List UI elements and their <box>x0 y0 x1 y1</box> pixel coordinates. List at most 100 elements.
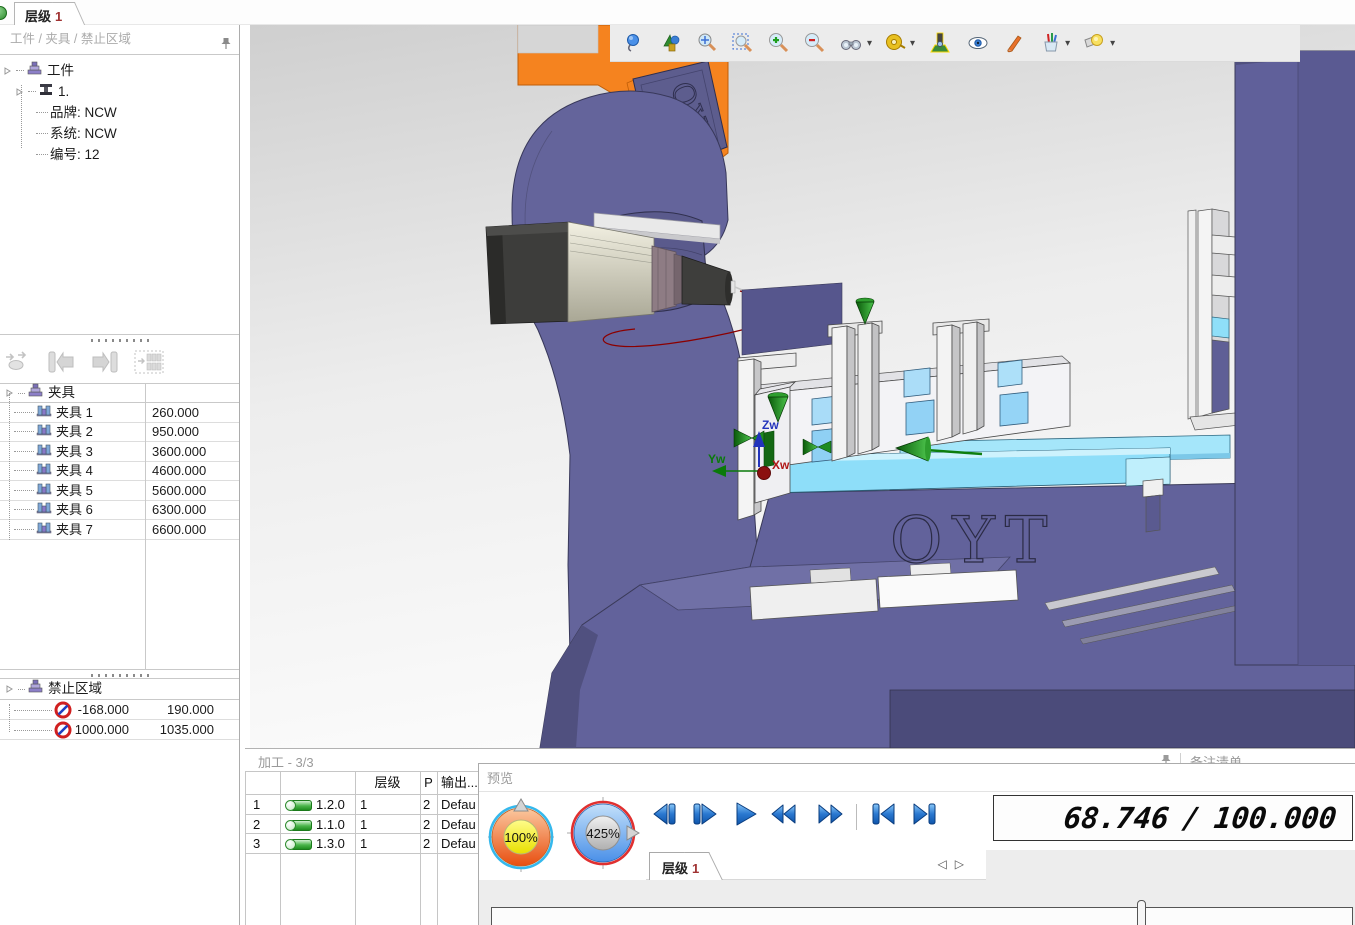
probe-icon[interactable] <box>924 30 956 56</box>
go-to-end-icon[interactable] <box>908 800 940 833</box>
dial-pointer-icon <box>514 799 528 811</box>
axis-label-yw: Yw <box>708 452 726 466</box>
machining-table: 层级 P 输出... 1 1.2.0 1 2 Defau 2 1.1.0 1 2… <box>245 771 485 925</box>
fast-backward-icon[interactable] <box>769 800 803 833</box>
tree-node-part[interactable]: 1. <box>0 81 239 102</box>
timeline-slider-handle[interactable] <box>1137 900 1146 925</box>
speed-dial-value: 100% <box>504 830 538 845</box>
left-dock-panel: 工件 / 夹具 / 禁止区域 工件 1. 品牌: NCW <box>0 25 240 925</box>
row-version: 1.3.0 <box>290 834 345 853</box>
document-tab-bar: 层级1 <box>0 0 1355 25</box>
fixture-icon <box>36 442 52 461</box>
dropdown-caret-icon[interactable]: ▾ <box>1065 38 1070 49</box>
status-dot-icon <box>0 6 7 20</box>
machine-simulation-canvas[interactable]: OYT <box>250 25 1355 748</box>
fixture-row[interactable]: 夹具 7 6600.000 <box>0 520 239 540</box>
go-to-start-icon[interactable] <box>868 800 900 833</box>
fixture-row[interactable]: 夹具 5 5600.000 <box>0 481 239 501</box>
dropdown-caret-icon[interactable]: ▾ <box>1110 38 1115 49</box>
dropdown-caret-icon[interactable]: ▾ <box>867 38 872 49</box>
row-p: 2 <box>423 795 430 814</box>
find-icon[interactable]: ▾ <box>836 30 875 56</box>
forbidden-row[interactable]: -168.000 190.000 <box>0 700 239 720</box>
step-forward-icon[interactable] <box>689 800 721 833</box>
expander-icon[interactable] <box>6 383 14 403</box>
forbidden-value-2: 190.000 <box>167 702 214 717</box>
panel-title: 工件 / 夹具 / 禁止区域 <box>10 32 131 46</box>
progress-separator: / <box>1181 801 1203 835</box>
annotate-icon[interactable]: ▾ <box>1036 30 1073 56</box>
forbidden-row[interactable]: 1000.000 1035.000 <box>0 720 239 740</box>
orient-views-icon[interactable] <box>656 30 686 56</box>
row-level: 1 <box>360 795 367 814</box>
column-header-output[interactable]: 输出... <box>441 773 481 792</box>
preview-tab-level-1[interactable]: 层级1 <box>649 852 703 880</box>
row-number: 1 <box>253 795 260 814</box>
fixture-name: 夹具 3 <box>56 442 93 461</box>
machining-panel: 加工 - 3/3 备注清单 层级 P 输出... 1 1.2.0 <box>245 748 1355 925</box>
column-header-level[interactable]: 层级 <box>355 773 420 792</box>
base-engraving-text: OYT <box>890 504 1057 578</box>
move-right-icon[interactable] <box>90 349 120 378</box>
fast-forward-icon[interactable] <box>811 800 845 833</box>
tree-node-workpiece[interactable]: 工件 <box>0 60 239 81</box>
progress-total: 100.000 <box>1212 801 1338 835</box>
fixture-row[interactable]: 夹具 4 4600.000 <box>0 462 239 482</box>
row-version: 1.1.0 <box>290 815 345 834</box>
measure-icon[interactable]: ▾ <box>881 30 918 56</box>
tree-label: 编号: 12 <box>50 144 100 165</box>
no-entry-icon <box>54 721 72 742</box>
transfer-fixture-icon[interactable] <box>4 349 32 378</box>
move-left-icon[interactable] <box>46 349 76 378</box>
paint-icon[interactable] <box>1000 30 1030 56</box>
tree-node-brand[interactable]: 品牌: NCW <box>0 102 239 123</box>
flashlight-icon[interactable]: ▾ <box>1079 30 1118 56</box>
panel-splitter[interactable] <box>0 336 239 344</box>
tab-scroll-arrows[interactable]: ◁▷ <box>938 857 972 871</box>
column-header-p[interactable]: P <box>420 773 437 792</box>
tree-node-system[interactable]: 系统: NCW <box>0 123 239 144</box>
expander-icon[interactable] <box>4 60 12 81</box>
fixture-toolbar <box>0 346 239 381</box>
dropdown-caret-icon[interactable]: ▾ <box>910 38 915 49</box>
zoom-dial-value: 425% <box>586 826 620 841</box>
tree-node-number[interactable]: 编号: 12 <box>0 144 239 165</box>
row-p: 2 <box>423 834 430 853</box>
tab-number: 1 <box>55 9 62 24</box>
fixture-row[interactable]: 夹具 1 260.000 <box>0 403 239 423</box>
tree-label: 工件 <box>47 60 74 81</box>
zoom-window-icon[interactable] <box>728 30 758 56</box>
fixture-row[interactable]: 夹具 2 950.000 <box>0 423 239 443</box>
fixture-icon <box>36 520 52 539</box>
workpiece-tree: 工件 1. 品牌: NCW 系统: NCW 编号: 12 <box>0 54 239 335</box>
row-output: Defau <box>441 834 481 853</box>
zoom-dial[interactable]: 425% <box>565 795 641 876</box>
expander-icon[interactable] <box>16 81 24 102</box>
fixture-value: 3600.000 <box>152 442 206 461</box>
step-back-icon[interactable] <box>649 800 681 833</box>
fixture-row[interactable]: 夹具 6 6300.000 <box>0 501 239 521</box>
fixture-icon <box>36 403 52 422</box>
preview-tab-label: 层级 <box>662 861 688 876</box>
visibility-icon[interactable] <box>962 30 994 56</box>
zoom-out-icon[interactable] <box>800 30 830 56</box>
zoom-in-icon[interactable] <box>764 30 794 56</box>
row-output: Defau <box>441 795 481 814</box>
forbidden-root-row[interactable]: 禁止区域 <box>0 678 239 700</box>
timeline-track[interactable] <box>491 907 1353 925</box>
tree-label: 1. <box>58 81 69 102</box>
fixtures-table-empty-area <box>0 540 239 670</box>
fixtures-root-row[interactable]: 夹具 <box>0 383 239 403</box>
fixture-value: 6600.000 <box>152 520 206 539</box>
expander-icon[interactable] <box>6 678 14 700</box>
speed-dial[interactable]: 100% <box>485 792 557 879</box>
fixture-value: 260.000 <box>152 403 199 422</box>
play-icon[interactable] <box>729 800 761 833</box>
copy-to-table-icon[interactable] <box>134 349 164 378</box>
viewport-3d[interactable]: OYT <box>250 25 1355 748</box>
orbit-icon[interactable] <box>620 30 650 56</box>
tab-level-1[interactable]: 层级1 <box>14 2 68 25</box>
fixture-row[interactable]: 夹具 3 3600.000 <box>0 442 239 462</box>
forbidden-areas-table: 禁止区域 -168.000 190.000 1000.000 1035.000 <box>0 678 239 740</box>
zoom-dynamic-icon[interactable] <box>692 30 722 56</box>
